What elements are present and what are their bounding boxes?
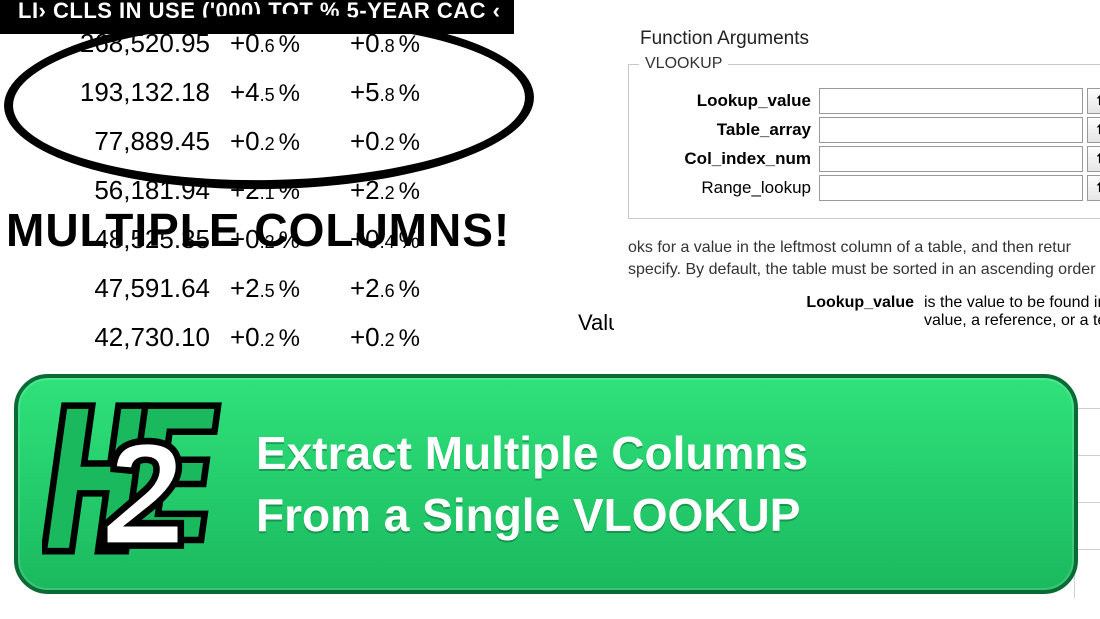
overlay-headline: MULTIPLE COLUMNS!: [6, 203, 510, 257]
cell-tot-pct: +0.2%: [224, 322, 344, 353]
cell-value: 268,520.95: [14, 28, 224, 59]
cell-value: 47,591.64: [14, 273, 224, 304]
range-lookup-input[interactable]: [819, 175, 1083, 201]
argument-help: Lookup_value is the value to be found in…: [628, 294, 1100, 330]
argument-help-name: Lookup_value: [628, 294, 924, 330]
argument-label: Col_index_num: [641, 149, 819, 169]
range-selector-button[interactable]: ⭡: [1087, 146, 1100, 172]
range-selector-button[interactable]: ⭡: [1087, 175, 1100, 201]
cell-cagr-pct: +0.2%: [344, 322, 464, 353]
cell-tot-pct: +2.5%: [224, 273, 344, 304]
collapse-dialog-icon: ⭡: [1096, 122, 1100, 138]
argument-row: Range_lookup ⭡: [641, 175, 1100, 201]
argument-label: Lookup_value: [641, 91, 819, 111]
banner-text: Extract Multiple Columns From a Single V…: [256, 422, 808, 546]
range-selector-button[interactable]: ⭡: [1087, 88, 1100, 114]
h2e-logo: [42, 400, 230, 568]
argument-label: Range_lookup: [641, 178, 819, 198]
cell-tot-pct: +0.6%: [224, 28, 344, 59]
cell-cagr-pct: +0.2%: [344, 126, 464, 157]
lookup-value-input[interactable]: [819, 88, 1083, 114]
table-row: 42,730.10+0.2%+0.2%: [14, 322, 514, 371]
cell-tot-pct: +2.1%: [224, 175, 344, 206]
table-row: 77,889.45+0.2%+0.2%: [14, 126, 514, 175]
cell-tot-pct: +0.2%: [224, 126, 344, 157]
function-arguments-dialog: Function Arguments VLOOKUP Lookup_value⭡…: [614, 28, 1100, 330]
cell-value: 193,132.18: [14, 77, 224, 108]
argument-row: Col_index_num ⭡: [641, 146, 1100, 172]
cell-cagr-pct: +5.8%: [344, 77, 464, 108]
collapse-dialog-icon: ⭡: [1096, 180, 1100, 196]
data-table: 268,520.95+0.6%+0.8%193,132.18+4.5%+5.8%…: [14, 28, 514, 371]
table-row: 268,520.95+0.6%+0.8%: [14, 28, 514, 77]
cell-cagr-pct: +2.6%: [344, 273, 464, 304]
argument-row: Table_array ⭡: [641, 117, 1100, 143]
argument-row: Lookup_value ⭡: [641, 88, 1100, 114]
dialog-description: oks for a value in the leftmost column o…: [628, 237, 1100, 280]
banner-line-2: From a Single VLOOKUP: [256, 489, 800, 541]
cell-cagr-pct: +0.8%: [344, 28, 464, 59]
table-row: 193,132.18+4.5%+5.8%: [14, 77, 514, 126]
table-array-input[interactable]: [819, 117, 1083, 143]
table-row: 47,591.64+2.5%+2.6%: [14, 273, 514, 322]
cell-cagr-pct: +2.2%: [344, 175, 464, 206]
fieldset-legend: VLOOKUP: [639, 55, 728, 73]
collapse-dialog-icon: ⭡: [1096, 151, 1100, 167]
vlookup-fieldset: VLOOKUP Lookup_value⭡Table_array⭡Col_ind…: [628, 64, 1100, 219]
cell-value: 42,730.10: [14, 322, 224, 353]
argument-label: Table_array: [641, 120, 819, 140]
col-index-num-input[interactable]: [819, 146, 1083, 172]
collapse-dialog-icon: ⭡: [1096, 93, 1100, 109]
title-banner: Extract Multiple Columns From a Single V…: [14, 374, 1078, 594]
range-selector-button[interactable]: ⭡: [1087, 117, 1100, 143]
cell-tot-pct: +4.5%: [224, 77, 344, 108]
cell-value: 77,889.45: [14, 126, 224, 157]
banner-line-1: Extract Multiple Columns: [256, 427, 808, 479]
cell-value: 56,181.94: [14, 175, 224, 206]
